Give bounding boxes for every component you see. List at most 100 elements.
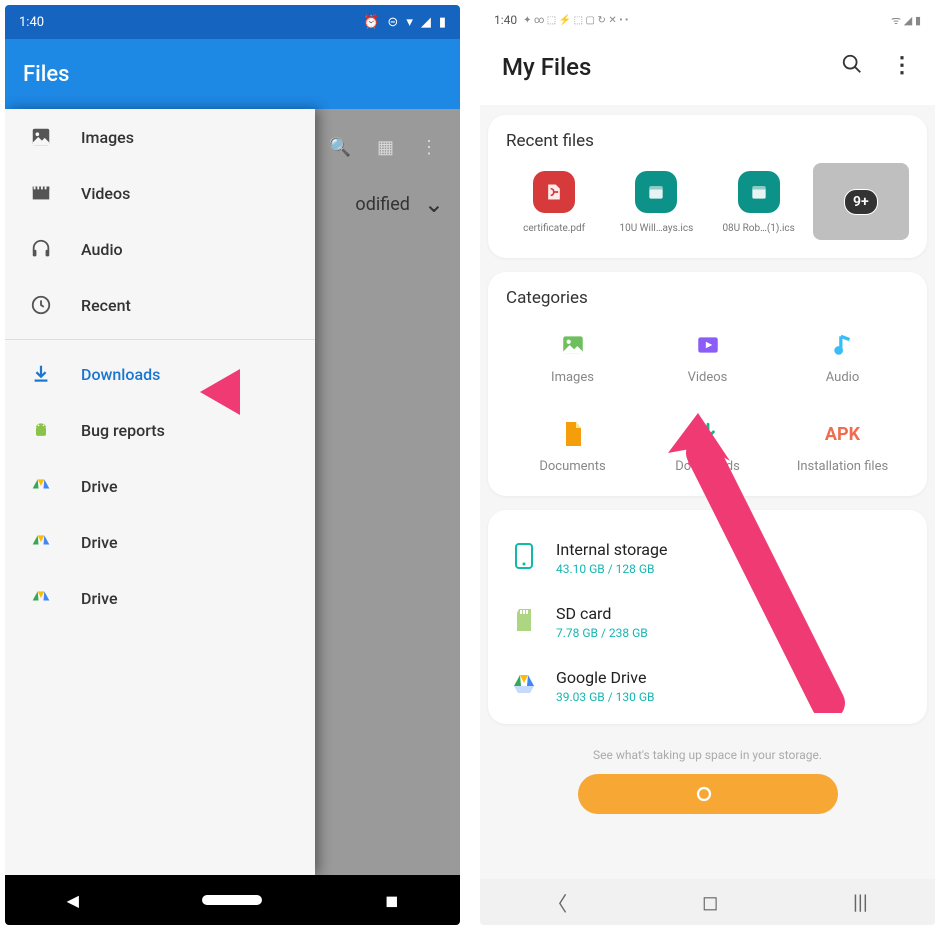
nav-back-icon[interactable]: 〈: [547, 888, 567, 917]
category-installation-files[interactable]: APK Installation files: [780, 419, 905, 474]
chevron-down-icon[interactable]: ⌄: [424, 190, 444, 218]
overflow-icon[interactable]: ⋮: [420, 137, 438, 158]
drive-icon: [510, 673, 538, 700]
calendar-icon: [738, 171, 780, 213]
storage-sdcard[interactable]: SD card 7.78 GB / 238 GB: [506, 590, 909, 654]
drawer-item-label: Drive: [81, 477, 118, 496]
nav-bar: ◀ ◼: [5, 875, 460, 925]
category-images[interactable]: Images: [510, 330, 635, 385]
category-label: Audio: [780, 370, 905, 385]
document-icon: [510, 419, 635, 449]
storage-internal[interactable]: Internal storage 43.10 GB / 128 GB: [506, 526, 909, 590]
drawer-item-label: Drive: [81, 589, 118, 608]
categories-card: Categories Images Videos: [488, 272, 927, 496]
nav-home-icon[interactable]: [202, 895, 262, 905]
drawer-item-label: Images: [81, 128, 134, 147]
category-videos[interactable]: Videos: [645, 330, 770, 385]
dnd-icon: ⊝: [387, 15, 398, 30]
category-documents[interactable]: Documents: [510, 419, 635, 474]
storage-name: SD card: [556, 604, 648, 623]
drive-icon: [29, 530, 53, 554]
app-bar: Files: [5, 39, 460, 109]
category-label: Videos: [645, 370, 770, 385]
nav-home-icon[interactable]: ◻: [702, 890, 719, 914]
drive-icon: [29, 586, 53, 610]
wifi-icon: ▾: [406, 15, 413, 30]
android-icon: [29, 418, 53, 442]
drawer-item-label: Videos: [81, 184, 130, 203]
search-icon[interactable]: [841, 53, 863, 81]
navigation-drawer: Images Videos Audio Recent: [5, 109, 315, 875]
drawer-item-recent[interactable]: Recent: [5, 277, 315, 333]
app-title: Files: [23, 62, 69, 87]
recent-more-button[interactable]: 9+: [813, 163, 909, 240]
category-label: Downloads: [645, 459, 770, 474]
category-audio[interactable]: Audio: [780, 330, 905, 385]
recent-files-card: Recent files certificate.pdf 10U Will…ay…: [488, 115, 927, 258]
storage-card: Internal storage 43.10 GB / 128 GB SD ca…: [488, 510, 927, 724]
phone-left-files-app: 1:40 ⏰ ⊝ ▾ ◢ ▮ Files 🔍 ▦ ⋮ odified ⌄: [5, 5, 460, 925]
recent-file-item[interactable]: certificate.pdf: [506, 165, 602, 240]
status-right-icons: ᯤ ◢ ▮: [891, 13, 921, 28]
recent-more-count: 9+: [844, 189, 878, 215]
category-label: Installation files: [780, 459, 905, 474]
drawer-item-label: Bug reports: [81, 421, 165, 440]
status-bar: 1:40 ⏰ ⊝ ▾ ◢ ▮: [5, 5, 460, 39]
nav-recents-icon[interactable]: |||: [853, 890, 868, 914]
headphones-icon: [29, 237, 53, 261]
drawer-item-downloads[interactable]: Downloads: [5, 346, 315, 402]
nav-back-icon[interactable]: ◀: [67, 891, 79, 910]
apk-icon: APK: [780, 419, 905, 449]
battery-icon: ▮: [439, 15, 446, 30]
donut-icon: [695, 785, 713, 803]
drive-icon: [29, 474, 53, 498]
recent-files-title: Recent files: [506, 131, 909, 151]
nav-bar: 〈 ◻ |||: [480, 879, 935, 925]
drawer-item-label: Drive: [81, 533, 118, 552]
storage-name: Google Drive: [556, 668, 655, 687]
storage-usage: 43.10 GB / 128 GB: [556, 562, 667, 576]
storage-name: Internal storage: [556, 540, 667, 559]
nav-recents-icon[interactable]: ◼: [385, 891, 398, 910]
sort-label[interactable]: odified: [355, 194, 409, 215]
download-icon: [29, 362, 53, 386]
grid-view-icon[interactable]: ▦: [377, 137, 394, 158]
drawer-item-bugreports[interactable]: Bug reports: [5, 402, 315, 458]
app-title: My Files: [502, 53, 591, 81]
image-icon: [510, 330, 635, 360]
recent-file-item[interactable]: 08U Rob…(1).ics: [711, 165, 807, 240]
search-icon[interactable]: 🔍: [329, 137, 351, 158]
storage-hint: See what's taking up space in your stora…: [480, 738, 935, 774]
status-bar: 1:40 ✦ ∞ ⬚ ⚡ ⬚ ▢ ↻ ✕ • • ᯤ ◢ ▮: [480, 5, 935, 35]
status-time: 1:40: [494, 13, 517, 27]
analyze-storage-button[interactable]: [578, 774, 838, 814]
drawer-item-audio[interactable]: Audio: [5, 221, 315, 277]
status-icons: ⏰ ⊝ ▾ ◢ ▮: [363, 15, 446, 30]
recent-file-label: certificate.pdf: [506, 223, 602, 234]
recent-file-item[interactable]: 10U Will…ays.ics: [608, 165, 704, 240]
drawer-item-drive-3[interactable]: Drive: [5, 570, 315, 626]
overflow-icon[interactable]: ⋮: [891, 53, 913, 81]
calendar-icon: [635, 171, 677, 213]
clock-icon: [29, 293, 53, 317]
alarm-icon: ⏰: [363, 15, 379, 30]
categories-title: Categories: [506, 288, 909, 308]
storage-googledrive[interactable]: Google Drive 39.03 GB / 130 GB: [506, 654, 909, 718]
image-icon: [29, 125, 53, 149]
category-label: Documents: [510, 459, 635, 474]
video-icon: [29, 181, 53, 205]
drawer-item-drive-1[interactable]: Drive: [5, 458, 315, 514]
status-indicators: ✦ ∞ ⬚ ⚡ ⬚ ▢ ↻ ✕ • •: [523, 15, 628, 26]
phone-icon: [510, 542, 538, 575]
recent-file-label: 08U Rob…(1).ics: [711, 223, 807, 234]
drawer-item-drive-2[interactable]: Drive: [5, 514, 315, 570]
drawer-item-label: Audio: [81, 240, 123, 259]
download-icon: [645, 419, 770, 449]
drawer-item-images[interactable]: Images: [5, 109, 315, 165]
music-note-icon: [780, 330, 905, 360]
signal-icon: ◢: [421, 15, 431, 30]
app-header: My Files ⋮: [480, 35, 935, 105]
category-downloads[interactable]: Downloads: [645, 419, 770, 474]
phone-right-myfiles-app: 1:40 ✦ ∞ ⬚ ⚡ ⬚ ▢ ↻ ✕ • • ᯤ ◢ ▮ My Files …: [480, 5, 935, 925]
drawer-item-videos[interactable]: Videos: [5, 165, 315, 221]
